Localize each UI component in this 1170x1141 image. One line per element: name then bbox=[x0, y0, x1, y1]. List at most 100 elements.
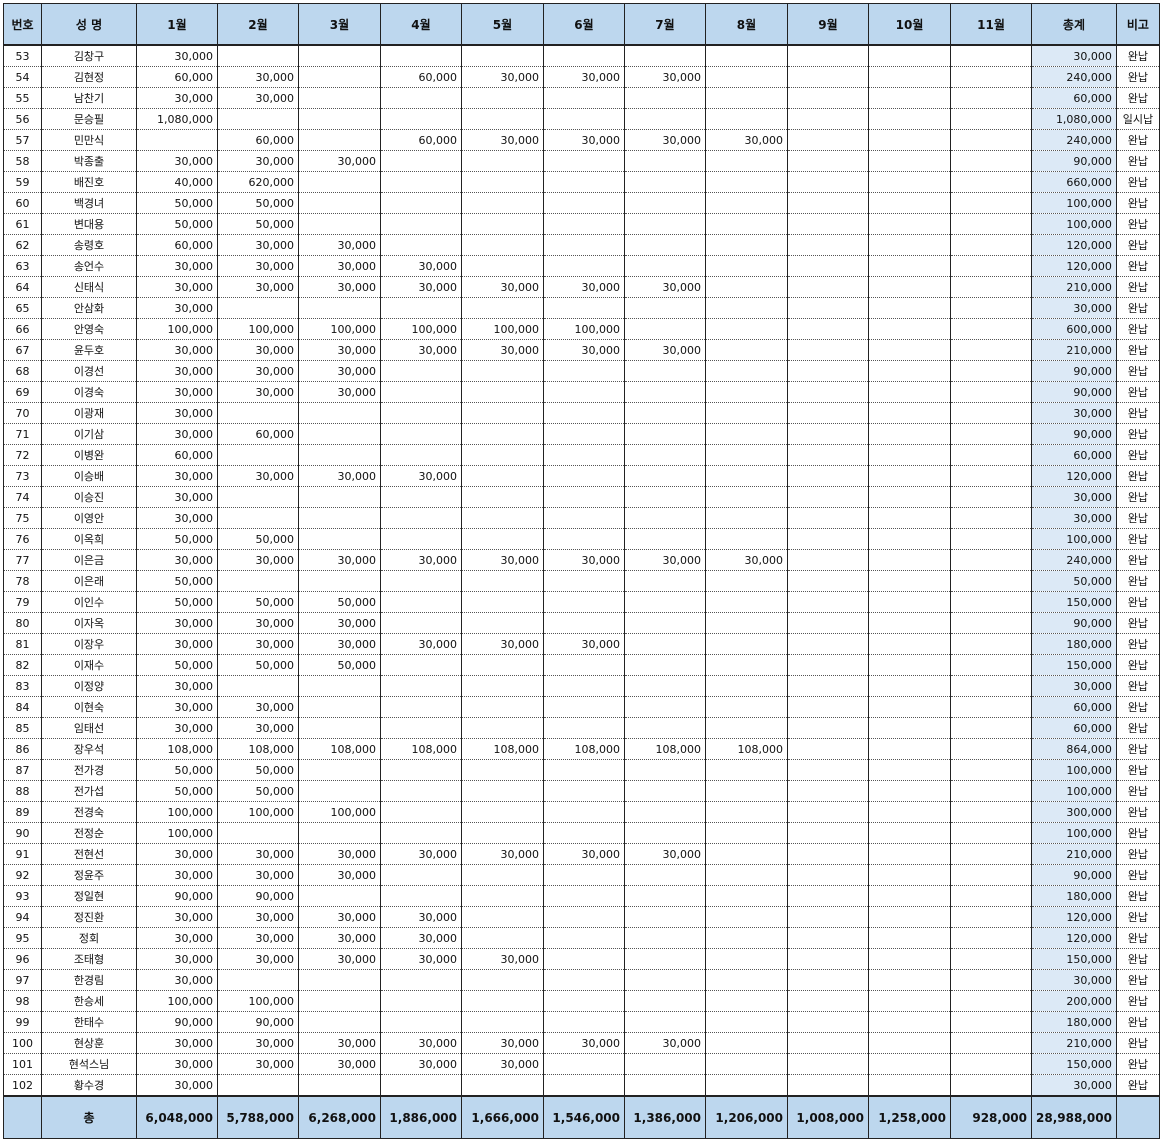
month-10-amount bbox=[868, 885, 951, 907]
month-2-amount bbox=[217, 45, 299, 67]
month-4-amount bbox=[380, 444, 462, 466]
month-8-amount bbox=[705, 759, 788, 781]
month-1-amount: 30,000 bbox=[136, 423, 218, 445]
month-5-amount bbox=[461, 486, 544, 508]
member-name: 전정순 bbox=[41, 822, 137, 844]
month-9-amount bbox=[787, 570, 869, 592]
row-total: 1,080,000 bbox=[1031, 108, 1117, 130]
month-10-amount bbox=[868, 108, 951, 130]
month-3-amount: 30,000 bbox=[298, 234, 381, 256]
row-number: 67 bbox=[3, 339, 42, 361]
month-7-amount: 108,000 bbox=[624, 738, 706, 760]
month-11-amount bbox=[950, 171, 1032, 193]
month-5-amount bbox=[461, 507, 544, 529]
month-10-amount bbox=[868, 129, 951, 151]
month-3-amount bbox=[298, 423, 381, 445]
month-2-amount: 30,000 bbox=[217, 906, 299, 928]
row-number: 54 bbox=[3, 66, 42, 88]
month-2-amount: 30,000 bbox=[217, 696, 299, 718]
month-4-amount bbox=[380, 801, 462, 823]
grand-total: 28,988,000 bbox=[1031, 1095, 1117, 1139]
month-3-amount: 30,000 bbox=[298, 843, 381, 865]
row-number: 70 bbox=[3, 402, 42, 424]
row-total: 90,000 bbox=[1031, 150, 1117, 172]
month-11-amount bbox=[950, 1032, 1032, 1054]
month-4-amount bbox=[380, 759, 462, 781]
month-3-amount bbox=[298, 66, 381, 88]
month-1-amount: 50,000 bbox=[136, 192, 218, 214]
month-1-amount: 50,000 bbox=[136, 654, 218, 676]
month-5-amount: 108,000 bbox=[461, 738, 544, 760]
totals-no bbox=[3, 1095, 42, 1139]
row-number: 93 bbox=[3, 885, 42, 907]
member-name: 변대용 bbox=[41, 213, 137, 235]
month-9-amount bbox=[787, 969, 869, 991]
month-5-amount bbox=[461, 612, 544, 634]
month-7-amount: 30,000 bbox=[624, 276, 706, 298]
member-name: 민만식 bbox=[41, 129, 137, 151]
row-total: 240,000 bbox=[1031, 129, 1117, 151]
month-11-amount bbox=[950, 234, 1032, 256]
month-2-amount: 30,000 bbox=[217, 150, 299, 172]
row-total: 210,000 bbox=[1031, 276, 1117, 298]
member-name: 이영안 bbox=[41, 507, 137, 529]
month-2-amount bbox=[217, 486, 299, 508]
row-number: 100 bbox=[3, 1032, 42, 1054]
ledger-body: 53 김창구 30,000 30,000 완납 54 김현정 60,000 30,000 60,0… bbox=[3, 45, 1160, 1097]
payment-status: 완납 bbox=[1115, 780, 1160, 802]
month-6-amount: 30,000 bbox=[543, 1032, 625, 1054]
month-11-amount bbox=[950, 339, 1032, 361]
payment-status: 완납 bbox=[1115, 129, 1160, 151]
month-9-amount bbox=[787, 507, 869, 529]
month-9-amount bbox=[787, 633, 869, 655]
month-7-amount bbox=[624, 528, 706, 550]
month-2-amount bbox=[217, 297, 299, 319]
month-2-amount: 100,000 bbox=[217, 318, 299, 340]
month-5-amount: 30,000 bbox=[461, 339, 544, 361]
row-number: 72 bbox=[3, 444, 42, 466]
row-total: 180,000 bbox=[1031, 885, 1117, 907]
row-total: 150,000 bbox=[1031, 948, 1117, 970]
month-10-amount bbox=[868, 1074, 951, 1097]
month-6-amount bbox=[543, 885, 625, 907]
month-8-amount bbox=[705, 696, 788, 718]
row-total: 210,000 bbox=[1031, 339, 1117, 361]
month-4-amount bbox=[380, 297, 462, 319]
month-9-amount bbox=[787, 360, 869, 382]
header-row: 번호 성 명 1월 2월 3월 4월 5월 6월 7월 8월 9월 10월 11… bbox=[3, 3, 1160, 46]
month-8-amount bbox=[705, 108, 788, 130]
row-total: 100,000 bbox=[1031, 822, 1117, 844]
row-total: 300,000 bbox=[1031, 801, 1117, 823]
month-8-amount bbox=[705, 864, 788, 886]
row-total: 200,000 bbox=[1031, 990, 1117, 1012]
payment-status: 완납 bbox=[1115, 822, 1160, 844]
member-name: 송언수 bbox=[41, 255, 137, 277]
payment-status: 완납 bbox=[1115, 696, 1160, 718]
month-6-amount bbox=[543, 381, 625, 403]
row-number: 97 bbox=[3, 969, 42, 991]
table-row: 89 전경숙 100,000 100,000 100,000 300,000 완납 bbox=[3, 801, 1160, 823]
row-number: 55 bbox=[3, 87, 42, 109]
row-number: 101 bbox=[3, 1053, 42, 1075]
month-10-amount bbox=[868, 318, 951, 340]
month-5-amount: 30,000 bbox=[461, 948, 544, 970]
month-7-amount bbox=[624, 381, 706, 403]
month-5-amount bbox=[461, 570, 544, 592]
member-name: 정일현 bbox=[41, 885, 137, 907]
row-number: 71 bbox=[3, 423, 42, 445]
month-11-amount bbox=[950, 654, 1032, 676]
month-8-amount bbox=[705, 192, 788, 214]
month-1-amount: 50,000 bbox=[136, 570, 218, 592]
month-1-amount: 30,000 bbox=[136, 1032, 218, 1054]
month-2-amount: 30,000 bbox=[217, 717, 299, 739]
month-8-amount bbox=[705, 276, 788, 298]
month-4-amount: 30,000 bbox=[380, 276, 462, 298]
month-8-amount bbox=[705, 402, 788, 424]
month-10-amount bbox=[868, 654, 951, 676]
month-10-amount bbox=[868, 1032, 951, 1054]
month-11-amount bbox=[950, 738, 1032, 760]
month-6-amount bbox=[543, 801, 625, 823]
member-name: 전경숙 bbox=[41, 801, 137, 823]
month-3-amount: 100,000 bbox=[298, 318, 381, 340]
month-10-amount bbox=[868, 738, 951, 760]
